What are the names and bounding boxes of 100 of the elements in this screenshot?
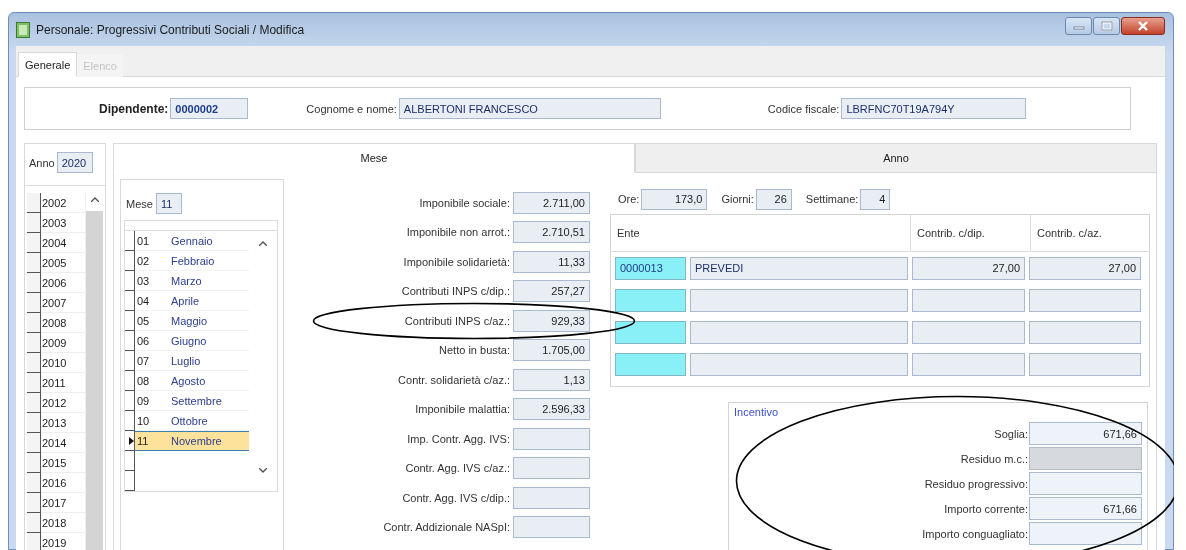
tab[interactable]: Generale [18,52,78,77]
value-field[interactable]: ALBERTONI FRANCESCO [398,98,661,119]
scroll-down-icon[interactable] [259,468,267,473]
value-field[interactable]: 0000013 [615,256,686,280]
field-label: Residuo m.c.: [960,452,1028,465]
field-label: Imponibile malattia: [415,403,510,416]
value-field[interactable] [690,352,908,376]
row-header[interactable] [27,313,41,333]
tab[interactable]: Mese [113,143,635,173]
value-field[interactable] [513,516,590,539]
row-header[interactable] [27,213,41,233]
field-label: Residuo progressivo: [924,477,1028,490]
month-row[interactable]: 11 Novembre [125,431,249,451]
tab[interactable]: Anno [635,143,1157,173]
value-field[interactable] [615,352,686,376]
month-row[interactable]: 08 Agosto [125,371,249,391]
value-field[interactable] [1029,288,1141,312]
scroll-up-icon[interactable] [259,241,267,246]
month-row[interactable]: 09 Settembre [125,391,249,411]
value-field[interactable]: 671,66 [1029,497,1142,520]
value-field[interactable] [1029,472,1142,495]
value-field[interactable] [912,320,1025,344]
value-field[interactable]: 671,66 [1029,422,1142,445]
value-field[interactable] [1029,522,1142,545]
value-field[interactable]: 2.711,00 [513,191,590,214]
value-field[interactable]: 27,00 [1029,256,1141,280]
value-field[interactable]: 11,33 [513,250,590,273]
value-field[interactable] [513,457,590,480]
value-field[interactable] [513,486,590,509]
value-field[interactable]: 11 [155,193,182,214]
maximize-button[interactable] [1093,16,1120,35]
value-field[interactable]: 257,27 [513,280,590,303]
month-row[interactable]: 06 Giugno [125,331,249,351]
value-field[interactable] [1029,320,1141,344]
row-header[interactable] [27,273,41,293]
scrollbar[interactable] [85,193,103,550]
maximize-icon [1100,20,1113,31]
month-row[interactable]: 02 Febbraio [125,251,249,271]
value-field[interactable] [1029,352,1141,376]
row-header[interactable] [27,253,41,273]
column-header: Ente [611,215,911,251]
field-label: Anno [29,156,55,169]
field-label: Dipendente: [99,101,169,116]
row-header[interactable] [27,373,41,393]
value-field[interactable] [690,288,908,312]
month-number: 07 [135,351,165,371]
field-label: Imponibile sociale: [419,196,510,209]
field-label: Mese [126,197,153,210]
value-field[interactable]: 1,13 [513,368,590,391]
month-name: Novembre [165,431,249,451]
row-header[interactable] [27,413,41,433]
month-row[interactable]: 07 Luglio [125,351,249,371]
row-header[interactable] [27,433,41,453]
row-header[interactable] [27,293,41,313]
row-header[interactable] [27,493,41,513]
value-field[interactable]: 2.596,33 [513,398,590,421]
field-label: Netto in busta: [439,344,510,357]
value-field[interactable] [615,320,686,344]
value-field[interactable] [690,320,908,344]
value-field[interactable]: 929,33 [513,309,590,332]
month-name: Gennaio [165,231,249,251]
value-field[interactable]: 0000002 [170,98,249,119]
value-field[interactable]: 2.710,51 [513,221,590,244]
row-header[interactable] [27,353,41,373]
row-header[interactable] [27,473,41,493]
month-row[interactable]: 05 Maggio [125,311,249,331]
row-header[interactable] [27,393,41,413]
field-label: Importo conguagliato: [922,527,1028,540]
value-field[interactable]: 1.705,00 [513,339,590,362]
minimize-button[interactable] [1065,16,1092,35]
value-field[interactable] [615,288,686,312]
column-header: Contrib. c/az. [1036,226,1103,241]
close-button[interactable] [1121,16,1165,35]
value-field[interactable]: 26 [755,188,792,210]
month-row[interactable]: 04 Aprile [125,291,249,311]
month-row[interactable]: 01 Gennaio [125,231,249,251]
field-label: Contr. Agg. IVS c/az.: [405,462,510,475]
value-field[interactable]: 27,00 [912,256,1025,280]
field-label: Contributi INPS c/dip.: [401,285,510,298]
row-header[interactable] [27,513,41,533]
field-label: Ore: [618,193,640,205]
value-field[interactable]: PREVEDI [690,256,908,280]
field-label: Imponibile solidarietà: [403,255,510,268]
value-field[interactable]: 2020 [56,152,93,173]
row-header[interactable] [27,533,41,550]
row-header[interactable] [27,193,41,213]
row-header[interactable] [27,333,41,353]
month-row[interactable]: 03 Marzo [125,271,249,291]
scroll-up-icon[interactable] [90,197,99,202]
row-header[interactable] [27,233,41,253]
month-number: 11 [135,431,165,451]
month-number: 06 [135,331,165,351]
value-field[interactable] [513,427,590,450]
value-field[interactable]: 4 [860,188,891,210]
app-icon [16,21,30,38]
value-field[interactable] [912,288,1025,312]
value-field[interactable]: 173,0 [641,188,708,210]
value-field[interactable]: LBRFNC70T19A794Y [841,98,1027,119]
value-field[interactable] [912,352,1025,376]
row-header[interactable] [27,453,41,473]
